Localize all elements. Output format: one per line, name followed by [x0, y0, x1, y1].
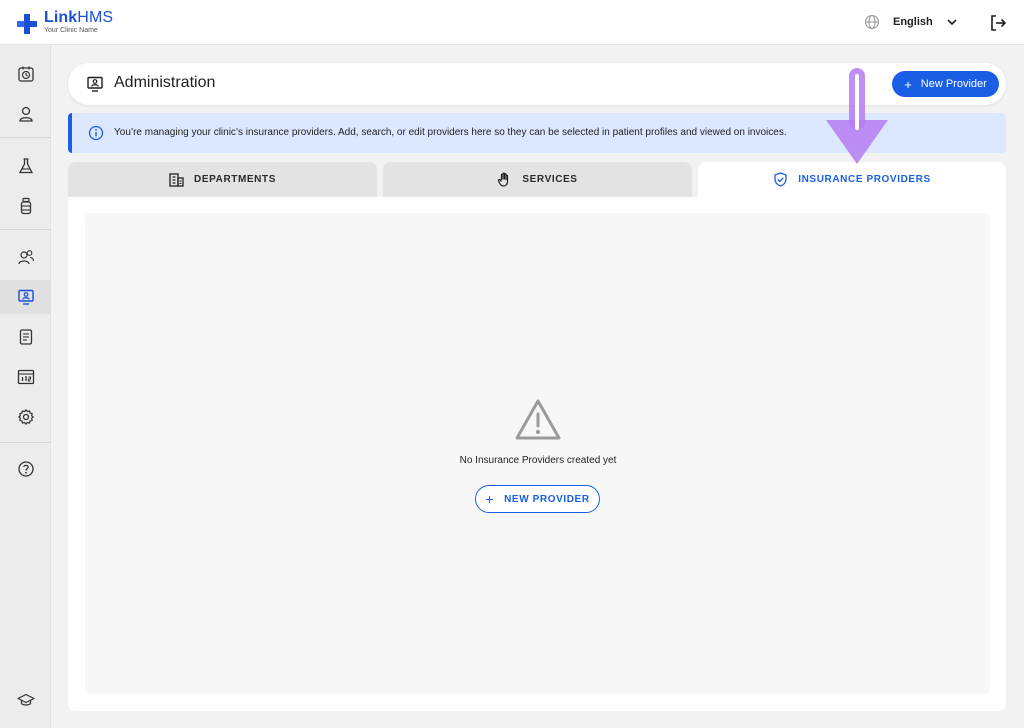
sidebar-item-settings[interactable]	[0, 400, 51, 434]
top-bar: LinkHMS Your Clinic Name English	[0, 0, 1024, 45]
graduation-cap-icon	[16, 693, 35, 706]
sidebar-item-help[interactable]	[0, 452, 51, 486]
info-text: You’re managing your clinic’s insurance …	[114, 127, 787, 138]
help-circle-icon	[17, 461, 34, 477]
warning-triangle-icon	[515, 399, 561, 440]
new-provider-outline-button[interactable]: + NEW PROVIDER	[475, 485, 600, 513]
receipt-icon	[19, 329, 32, 345]
logo-text: LinkHMS Your Clinic Name	[44, 9, 114, 35]
hand-icon	[498, 172, 509, 187]
tab-services[interactable]: SERVICES	[383, 162, 692, 197]
sidebar-item-patients[interactable]	[0, 97, 51, 131]
sidebar-item-reports[interactable]	[0, 360, 51, 394]
gear-icon	[17, 409, 34, 425]
language-label: English	[893, 16, 933, 28]
sidebar-item-administration[interactable]	[0, 280, 51, 314]
tab-departments-label: DEPARTMENTS	[194, 174, 276, 185]
tab-insurance-providers[interactable]: INSURANCE PROVIDERS	[698, 162, 1006, 197]
tab-departments[interactable]: DEPARTMENTS	[68, 162, 377, 197]
logo-cross-icon	[17, 14, 37, 34]
sidebar-divider	[0, 137, 51, 138]
monitor-user-icon	[87, 76, 103, 92]
sidebar	[0, 45, 51, 728]
logout-icon[interactable]	[989, 14, 1007, 32]
plus-icon: +	[904, 76, 912, 92]
sidebar-divider	[0, 442, 51, 443]
sidebar-item-billing[interactable]	[0, 320, 51, 354]
chevron-down-icon	[947, 19, 957, 26]
calendar-clock-icon	[17, 66, 34, 82]
info-icon	[88, 125, 104, 141]
building-icon	[169, 173, 184, 187]
plus-icon: +	[485, 491, 495, 507]
chart-icon	[17, 369, 34, 385]
new-provider-label: New Provider	[920, 78, 987, 90]
brand-name: LinkHMS	[44, 9, 114, 26]
new-provider-button[interactable]: + New Provider	[892, 71, 999, 97]
shield-check-icon	[774, 172, 787, 187]
tab-insurance-providers-label: INSURANCE PROVIDERS	[798, 174, 931, 185]
medicine-bottle-icon	[20, 197, 31, 215]
empty-state-panel	[85, 213, 990, 694]
flask-icon	[18, 158, 33, 174]
language-selector[interactable]: English	[864, 14, 958, 30]
brand-subtitle: Your Clinic Name	[44, 27, 98, 34]
users-icon	[17, 250, 34, 265]
globe-icon	[864, 14, 880, 30]
tab-services-label: SERVICES	[522, 174, 578, 185]
monitor-user-icon	[17, 289, 34, 305]
annotation-arrow-icon	[826, 68, 888, 164]
new-provider-outline-label: NEW PROVIDER	[504, 493, 590, 505]
user-icon	[18, 106, 33, 122]
sidebar-item-appointments[interactable]	[0, 57, 51, 91]
logo[interactable]: LinkHMS Your Clinic Name	[16, 10, 113, 35]
sidebar-divider	[0, 229, 51, 230]
sidebar-item-staff[interactable]	[0, 240, 51, 274]
empty-state-message: No Insurance Providers created yet	[459, 455, 617, 466]
page-title: Administration	[114, 74, 216, 91]
sidebar-item-pharmacy[interactable]	[0, 189, 51, 223]
sidebar-item-lab[interactable]	[0, 149, 51, 183]
sidebar-item-training[interactable]	[0, 683, 51, 717]
